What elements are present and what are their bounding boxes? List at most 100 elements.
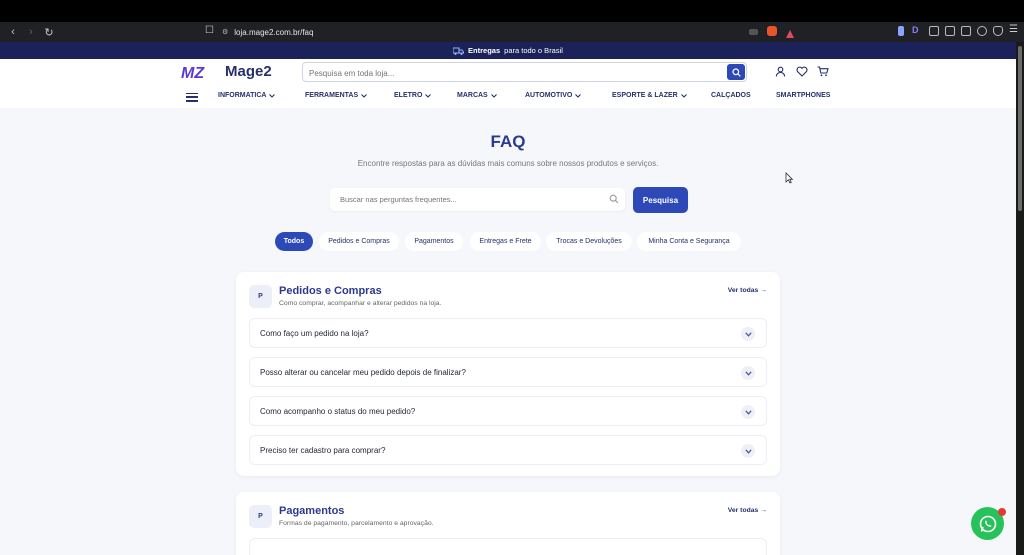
forward-icon[interactable]: › <box>24 25 38 39</box>
faq-question-text: Preciso ter cadastro para comprar? <box>260 446 386 455</box>
notification-dot <box>998 508 1006 516</box>
see-all-link[interactable]: Ver todas → <box>728 507 767 514</box>
menu-item-label: FERRAMENTAS <box>305 92 359 99</box>
browser-toolbar: ‹ › ↻ ☐ ⚙ loja.mage2.com.br/faq D ☰ <box>0 22 1024 42</box>
menu-item[interactable]: MARCAS <box>457 92 497 99</box>
menu-item[interactable]: INFORMATICA <box>218 92 276 99</box>
promo-bar: Entregas para todo o Brasil <box>0 42 1016 59</box>
reader-icon[interactable] <box>749 29 758 35</box>
chevron-down-icon[interactable] <box>741 444 755 458</box>
extension-1-icon[interactable] <box>898 26 904 36</box>
faq-search-button[interactable]: Pesquisa <box>633 187 688 213</box>
tab-trocas-e-devolucoes[interactable]: Trocas e Devoluções <box>546 232 632 251</box>
menu-item[interactable]: ELETRO <box>394 92 432 99</box>
section-card-pagamentos: P Pagamentos Formas de pagamento, parcel… <box>236 492 780 555</box>
mouse-cursor-icon <box>785 172 793 184</box>
section-description: Formas de pagamento, parcelamento e apro… <box>279 520 434 527</box>
see-all-link[interactable]: Ver todas → <box>728 287 767 294</box>
chevron-down-icon[interactable] <box>741 366 755 380</box>
header-search-input[interactable] <box>303 64 703 83</box>
menu-item[interactable]: ESPORTE & LAZER <box>612 92 687 99</box>
logo-mark-icon: MZ <box>181 65 205 80</box>
menu-item[interactable]: AUTOMOTIVO <box>525 92 582 99</box>
back-icon[interactable]: ‹ <box>6 25 20 39</box>
menu-item-label: CALÇADOS <box>711 92 751 99</box>
menu-item[interactable]: FERRAMENTAS <box>305 92 368 99</box>
chevron-down-icon <box>425 93 432 98</box>
site-info-icon[interactable]: ⚙ <box>222 28 228 36</box>
faq-question-text: Como faço um pedido na loja? <box>260 329 369 338</box>
logo[interactable]: MZ Mage2 <box>181 63 272 80</box>
extension-d-icon[interactable]: D <box>912 25 922 35</box>
menu-item-label: AUTOMOTIVO <box>525 92 573 99</box>
section-badge: P <box>249 285 272 308</box>
tab-todos[interactable]: Todos <box>275 232 313 251</box>
logo-text: Mage2 <box>225 63 272 80</box>
address-bar[interactable]: ⚙ loja.mage2.com.br/faq <box>222 25 820 39</box>
faq-question[interactable]: Como faço um pedido na loja? <box>249 318 767 348</box>
menu-item-label: SMARTPHONES <box>776 92 831 99</box>
section-card-pedidos: P Pedidos e Compras Como comprar, acompa… <box>236 272 780 476</box>
vpn-icon[interactable] <box>993 26 1003 36</box>
faq-search-input[interactable] <box>330 188 590 211</box>
header-actions <box>774 65 829 78</box>
hamburger-icon[interactable] <box>186 92 198 102</box>
section-title: Pagamentos <box>279 505 345 517</box>
brave-rewards-icon[interactable] <box>785 26 795 38</box>
menu-item[interactable]: SMARTPHONES <box>776 92 830 99</box>
page-subtitle: Encontre respostas para as dúvidas mais … <box>357 159 659 168</box>
wallet-icon[interactable] <box>961 26 971 36</box>
chevron-down-icon <box>269 93 276 98</box>
menu-item-label: INFORMATICA <box>218 92 267 99</box>
faq-question-text: Posso alterar ou cancelar meu pedido dep… <box>260 368 466 377</box>
site-header: MZ Mage2 INFORMATICA FERRAMENTAS ELETRO MAR… <box>0 59 1016 108</box>
section-badge: P <box>249 505 272 528</box>
brave-shield-icon[interactable] <box>767 26 777 36</box>
faq-question[interactable]: Como acompanho o status do meu pedido? <box>249 396 767 426</box>
bookmark-icon[interactable]: ☐ <box>205 25 214 36</box>
faq-question[interactable]: Posso alterar ou cancelar meu pedido dep… <box>249 357 767 387</box>
menu-item-label: ELETRO <box>394 92 423 99</box>
faq-question-text: Como acompanho o status do meu pedido? <box>260 407 416 416</box>
chevron-down-icon[interactable] <box>741 327 755 341</box>
faq-search <box>330 188 625 211</box>
chevron-down-icon <box>680 93 687 98</box>
cart-icon[interactable] <box>816 65 829 78</box>
chevron-down-icon[interactable] <box>741 405 755 419</box>
tab-minha-conta-e-seguranca[interactable]: Minha Conta e Segurança <box>637 232 741 251</box>
ai-icon[interactable] <box>977 26 987 36</box>
menu-icon[interactable]: ☰ <box>1009 24 1019 35</box>
header-search-button[interactable] <box>727 64 745 80</box>
tab-entregas-e-frete[interactable]: Entregas e Frete <box>470 232 541 251</box>
section-description: Como comprar, acompanhar e alterar pedid… <box>279 300 442 307</box>
promo-bold: Entregas <box>468 46 501 55</box>
menu-item-label: ESPORTE & LAZER <box>612 92 678 99</box>
heart-icon[interactable] <box>795 65 808 78</box>
promo-text: para todo o Brasil <box>504 46 563 55</box>
extensions-puzzle-icon[interactable] <box>929 26 939 36</box>
url-text: loja.mage2.com.br/faq <box>234 27 314 37</box>
scrollbar-thumb[interactable] <box>1018 46 1022 211</box>
section-title: Pedidos e Compras <box>279 285 382 297</box>
web-page: Entregas para todo o Brasil MZ Mage2 Pes… <box>0 42 1016 555</box>
faq-question-partial[interactable] <box>249 538 767 555</box>
screen-top-bar <box>0 0 1024 22</box>
menu-item[interactable]: CALÇADOS <box>711 92 751 99</box>
sidebar-icon[interactable] <box>945 26 955 36</box>
whatsapp-icon <box>979 515 996 532</box>
header-search <box>302 62 747 83</box>
user-icon[interactable] <box>774 65 787 78</box>
truck-icon <box>453 47 465 55</box>
chevron-down-icon <box>361 93 368 98</box>
chevron-down-icon <box>490 93 497 98</box>
faq-question[interactable]: Preciso ter cadastro para comprar? <box>249 435 767 465</box>
search-icon <box>609 194 619 204</box>
category-tabs: Todos Pedidos e Compras Pagamentos Entregas… <box>0 232 1016 251</box>
chevron-down-icon <box>575 93 582 98</box>
tab-pedidos-e-compras[interactable]: Pedidos e Compras <box>319 232 399 251</box>
search-icon <box>731 67 741 77</box>
menu-item-label: MARCAS <box>457 92 488 99</box>
page-title: FAQ <box>490 132 526 151</box>
tab-pagamentos[interactable]: Pagamentos <box>405 232 463 251</box>
reload-icon[interactable]: ↻ <box>42 25 56 39</box>
